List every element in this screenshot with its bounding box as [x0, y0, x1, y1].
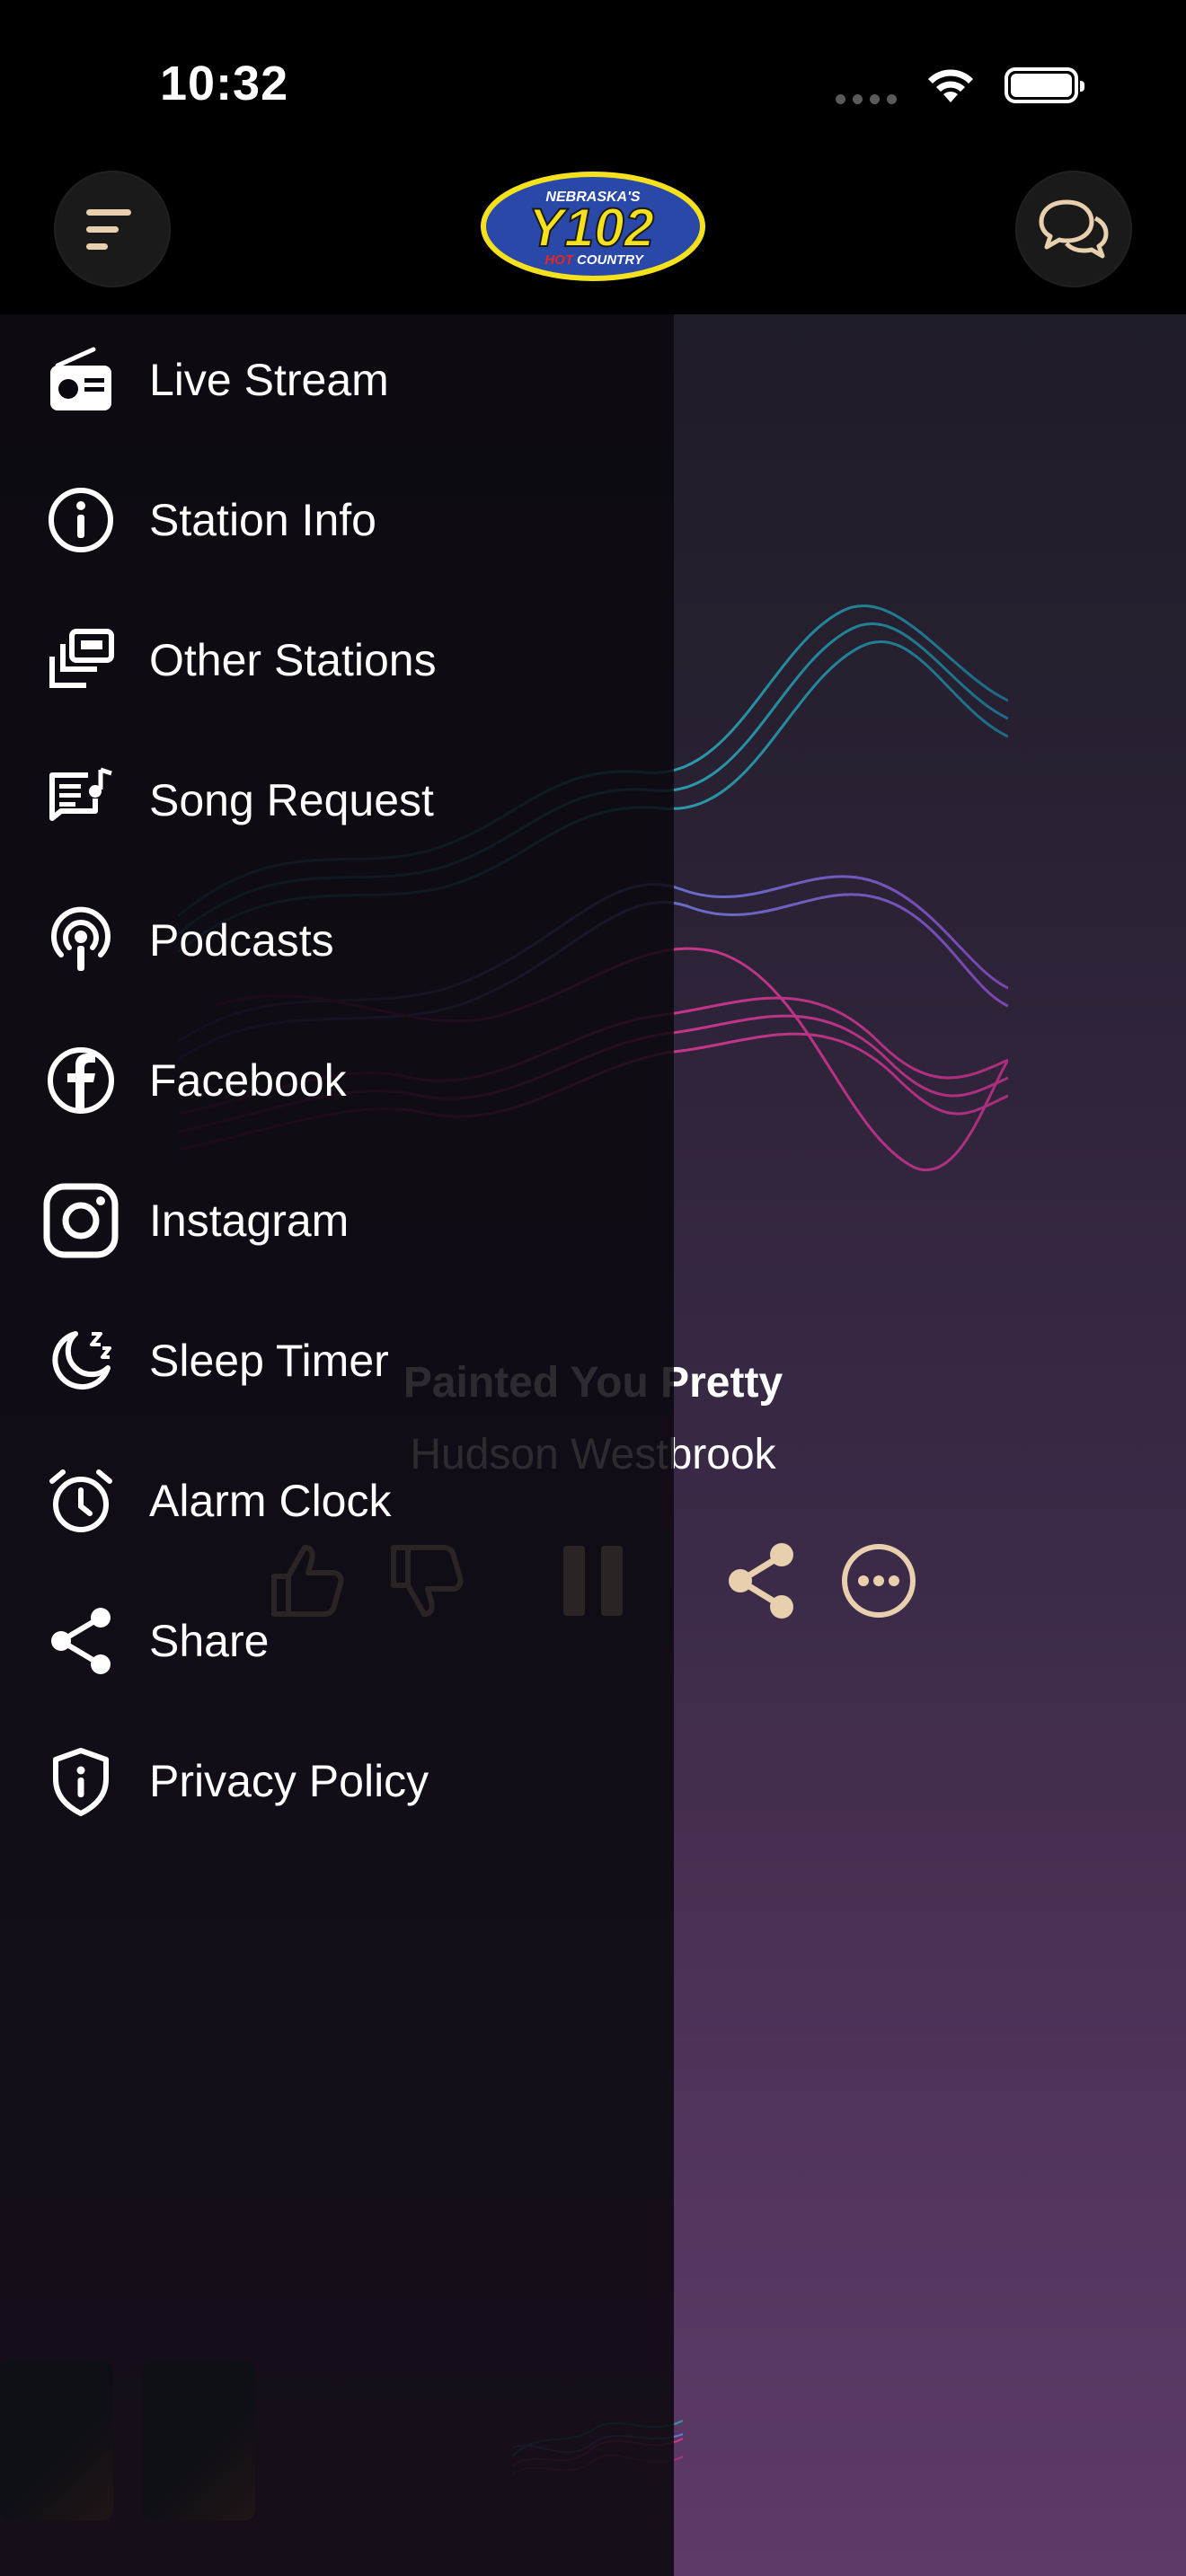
radio-icon: [40, 339, 122, 421]
share-icon: [729, 1543, 793, 1619]
status-bar: 10:32: [0, 0, 1186, 171]
wifi-icon: [928, 69, 973, 102]
menu-item-instagram[interactable]: Instagram: [0, 1171, 674, 1270]
menu-button[interactable]: [54, 171, 171, 287]
more-icon: [842, 1544, 916, 1618]
moon-icon: [40, 1319, 122, 1402]
menu-item-label: Share: [149, 1616, 270, 1666]
instagram-icon: [40, 1179, 122, 1262]
top-bar: NEBRASKA'S Y102 HOT COUNTRY: [0, 171, 1186, 314]
more-button[interactable]: [838, 1540, 919, 1621]
menu-item-sleep-timer[interactable]: Sleep Timer: [0, 1311, 674, 1410]
svg-text:Y102: Y102: [528, 198, 654, 258]
menu-item-live-stream[interactable]: Live Stream: [0, 331, 674, 429]
menu-item-label: Sleep Timer: [149, 1336, 389, 1386]
menu-item-label: Privacy Policy: [149, 1756, 429, 1806]
menu-item-label: Live Stream: [149, 355, 389, 405]
svg-text:HOT: HOT: [544, 252, 575, 268]
cellular-icon: [836, 93, 897, 104]
status-icons: [836, 65, 1084, 106]
chat-button[interactable]: [1015, 171, 1132, 287]
menu-item-label: Instagram: [149, 1195, 350, 1246]
facebook-icon: [40, 1039, 122, 1122]
shield-icon: [40, 1740, 122, 1822]
menu-item-share[interactable]: Share: [0, 1592, 674, 1690]
menu-item-song-request[interactable]: Song Request: [0, 751, 674, 850]
menu-item-label: Song Request: [149, 775, 434, 825]
menu-item-alarm-clock[interactable]: Alarm Clock: [0, 1451, 674, 1550]
menu-item-privacy-policy[interactable]: Privacy Policy: [0, 1732, 674, 1831]
share-button[interactable]: [721, 1540, 801, 1621]
chat-icon: [1039, 199, 1109, 259]
menu-item-facebook[interactable]: Facebook: [0, 1031, 674, 1130]
alarm-clock-icon: [40, 1460, 122, 1542]
menu-item-podcasts[interactable]: Podcasts: [0, 891, 674, 990]
menu-item-label: Other Stations: [149, 635, 437, 685]
battery-icon: [1005, 67, 1084, 103]
stations-icon: [40, 619, 122, 701]
station-logo[interactable]: NEBRASKA'S Y102 HOT COUNTRY: [480, 171, 706, 282]
menu-item-station-info[interactable]: Station Info: [0, 471, 674, 569]
menu-icon: [86, 209, 131, 250]
podcast-icon: [40, 899, 122, 982]
menu-item-other-stations[interactable]: Other Stations: [0, 611, 674, 710]
menu-item-label: Alarm Clock: [149, 1476, 392, 1526]
menu-item-label: Station Info: [149, 495, 376, 545]
svg-text:COUNTRY: COUNTRY: [577, 252, 645, 268]
share-icon: [40, 1600, 122, 1682]
info-icon: [40, 479, 122, 561]
song-request-icon: [40, 759, 122, 842]
menu-item-label: Facebook: [149, 1055, 347, 1106]
status-time: 10:32: [160, 57, 289, 110]
menu-item-label: Podcasts: [149, 915, 334, 966]
